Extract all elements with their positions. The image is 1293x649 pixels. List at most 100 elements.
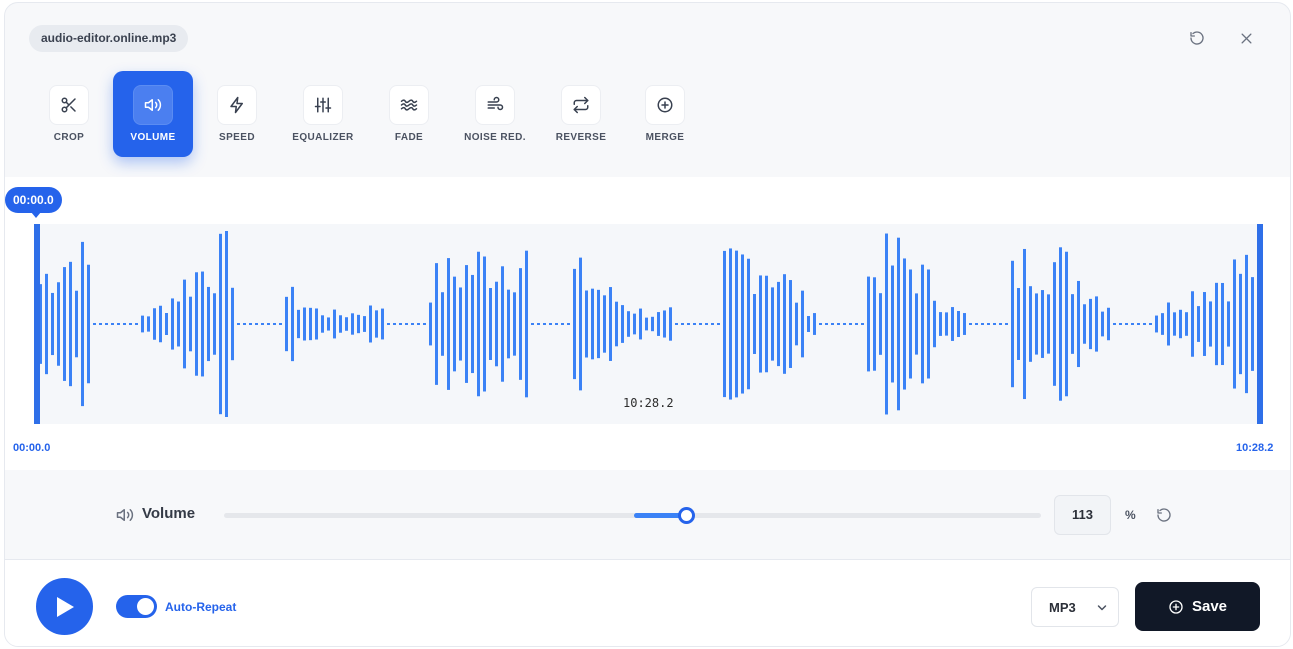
- waveform-bar: [1017, 288, 1020, 360]
- playhead-time-bubble: 00:00.0: [5, 187, 62, 218]
- waveform-bar: [645, 317, 648, 331]
- waveform-bar: [1197, 306, 1200, 342]
- waveform-bar: [1251, 277, 1254, 371]
- waveform-bar: [1089, 298, 1092, 350]
- volume-reset-icon[interactable]: [1156, 507, 1172, 528]
- chevron-down-icon: [1096, 601, 1108, 619]
- waveform-bar: [315, 308, 318, 340]
- waveform-bar: [477, 251, 480, 397]
- waveform-bar: [1035, 293, 1038, 355]
- auto-repeat-toggle[interactable]: [116, 595, 157, 618]
- waveform-bar: [363, 316, 366, 332]
- waveform-bar: [381, 308, 384, 340]
- waveform-bar: [687, 323, 690, 325]
- tool-reverse[interactable]: REVERSE: [541, 71, 621, 157]
- waveform-bar: [153, 308, 156, 340]
- tool-label: REVERSE: [555, 132, 607, 143]
- waveform-bar: [273, 323, 276, 325]
- waveform-bar: [855, 323, 858, 325]
- start-handle[interactable]: [34, 224, 40, 424]
- play-button[interactable]: [36, 578, 93, 635]
- waveform-bar: [1161, 313, 1164, 335]
- waveform-bar: [621, 305, 624, 343]
- end-handle[interactable]: [1257, 224, 1263, 424]
- waveform-bar: [237, 323, 240, 325]
- tool-noise-reduction[interactable]: NOISE RED.: [455, 71, 535, 157]
- end-time-label: 10:28.2: [1236, 442, 1274, 454]
- waveform-bar: [1131, 323, 1134, 325]
- waveform-bar: [801, 290, 804, 358]
- waveform-bar: [813, 313, 816, 335]
- format-select[interactable]: MP3: [1031, 587, 1119, 627]
- waveform-bar: [885, 233, 888, 415]
- waveform-bar: [927, 269, 930, 379]
- waveform-bar: [417, 323, 420, 325]
- waveform-bar: [369, 305, 372, 343]
- waveform-bar: [333, 309, 336, 339]
- waveform-bar: [165, 313, 168, 335]
- wind-icon: [475, 85, 515, 125]
- waveform-bar: [987, 323, 990, 325]
- waveform-bar: [1101, 311, 1104, 337]
- waveform-bar: [501, 266, 504, 382]
- waveform-bar: [513, 292, 516, 356]
- waveform-bar: [399, 323, 402, 325]
- waveform-bar: [783, 274, 786, 374]
- tool-label: MERGE: [645, 132, 685, 143]
- waveform-bar: [597, 289, 600, 359]
- volume-slider-thumb[interactable]: [678, 507, 695, 524]
- tool-crop[interactable]: CROP: [29, 71, 109, 157]
- waveform-bar: [69, 261, 72, 387]
- waveform-bar: [1077, 280, 1080, 368]
- waveform-bar: [1137, 323, 1140, 325]
- waveform-bar: [345, 317, 348, 331]
- sliders-icon: [303, 85, 343, 125]
- waveform-bar: [759, 275, 762, 373]
- close-icon[interactable]: [1237, 29, 1255, 47]
- waveform-bar: [147, 316, 150, 332]
- waveform-bar: [1095, 296, 1098, 352]
- waveform-bar: [825, 323, 828, 325]
- waveform-bar: [993, 323, 996, 325]
- play-icon: [56, 596, 74, 617]
- tool-merge[interactable]: MERGE: [625, 71, 705, 157]
- waveform-bar: [441, 292, 444, 356]
- waveform-bar: [309, 307, 312, 341]
- tool-equalizer[interactable]: EQUALIZER: [283, 71, 363, 157]
- waveform-bar: [195, 272, 198, 376]
- waveform-bar: [921, 264, 924, 384]
- waveform-bar: [531, 323, 534, 325]
- waveform-bar: [75, 290, 78, 358]
- volume-slider[interactable]: [224, 507, 1041, 524]
- waveform-bar: [867, 276, 870, 372]
- waveform-bar: [81, 241, 84, 407]
- waveform-bar: [831, 323, 834, 325]
- tool-volume[interactable]: VOLUME: [113, 71, 193, 157]
- waveform-area[interactable]: 00:00.0 10:28.2 00:00.0 10:28.2: [5, 177, 1290, 470]
- waveform-bar: [327, 317, 330, 331]
- waveform-bar: [633, 313, 636, 335]
- waveform-bar: [573, 268, 576, 380]
- speaker-icon: [115, 506, 135, 529]
- reset-icon[interactable]: [1188, 29, 1206, 47]
- waveform-bar: [579, 257, 582, 391]
- waveform-bar: [1173, 312, 1176, 336]
- waveform-bar: [1071, 294, 1074, 354]
- waveform-bar: [459, 287, 462, 361]
- waveform-bar: [423, 323, 426, 325]
- waveform-bar: [729, 248, 732, 400]
- tool-speed[interactable]: SPEED: [197, 71, 277, 157]
- lightning-icon: [217, 85, 257, 125]
- tool-label: NOISE RED.: [464, 132, 526, 143]
- volume-value-input[interactable]: 113: [1054, 495, 1111, 535]
- waveform-bar: [999, 323, 1002, 325]
- waveform-bar: [117, 323, 120, 325]
- tool-fade[interactable]: FADE: [369, 71, 449, 157]
- waveform[interactable]: [35, 224, 1261, 424]
- auto-repeat-label[interactable]: Auto-Repeat: [165, 600, 236, 614]
- waveform-bar: [141, 315, 144, 333]
- waveform-bar: [495, 281, 498, 367]
- toggle-knob: [137, 598, 154, 615]
- waveform-bar: [105, 323, 108, 325]
- save-button[interactable]: Save: [1135, 582, 1260, 631]
